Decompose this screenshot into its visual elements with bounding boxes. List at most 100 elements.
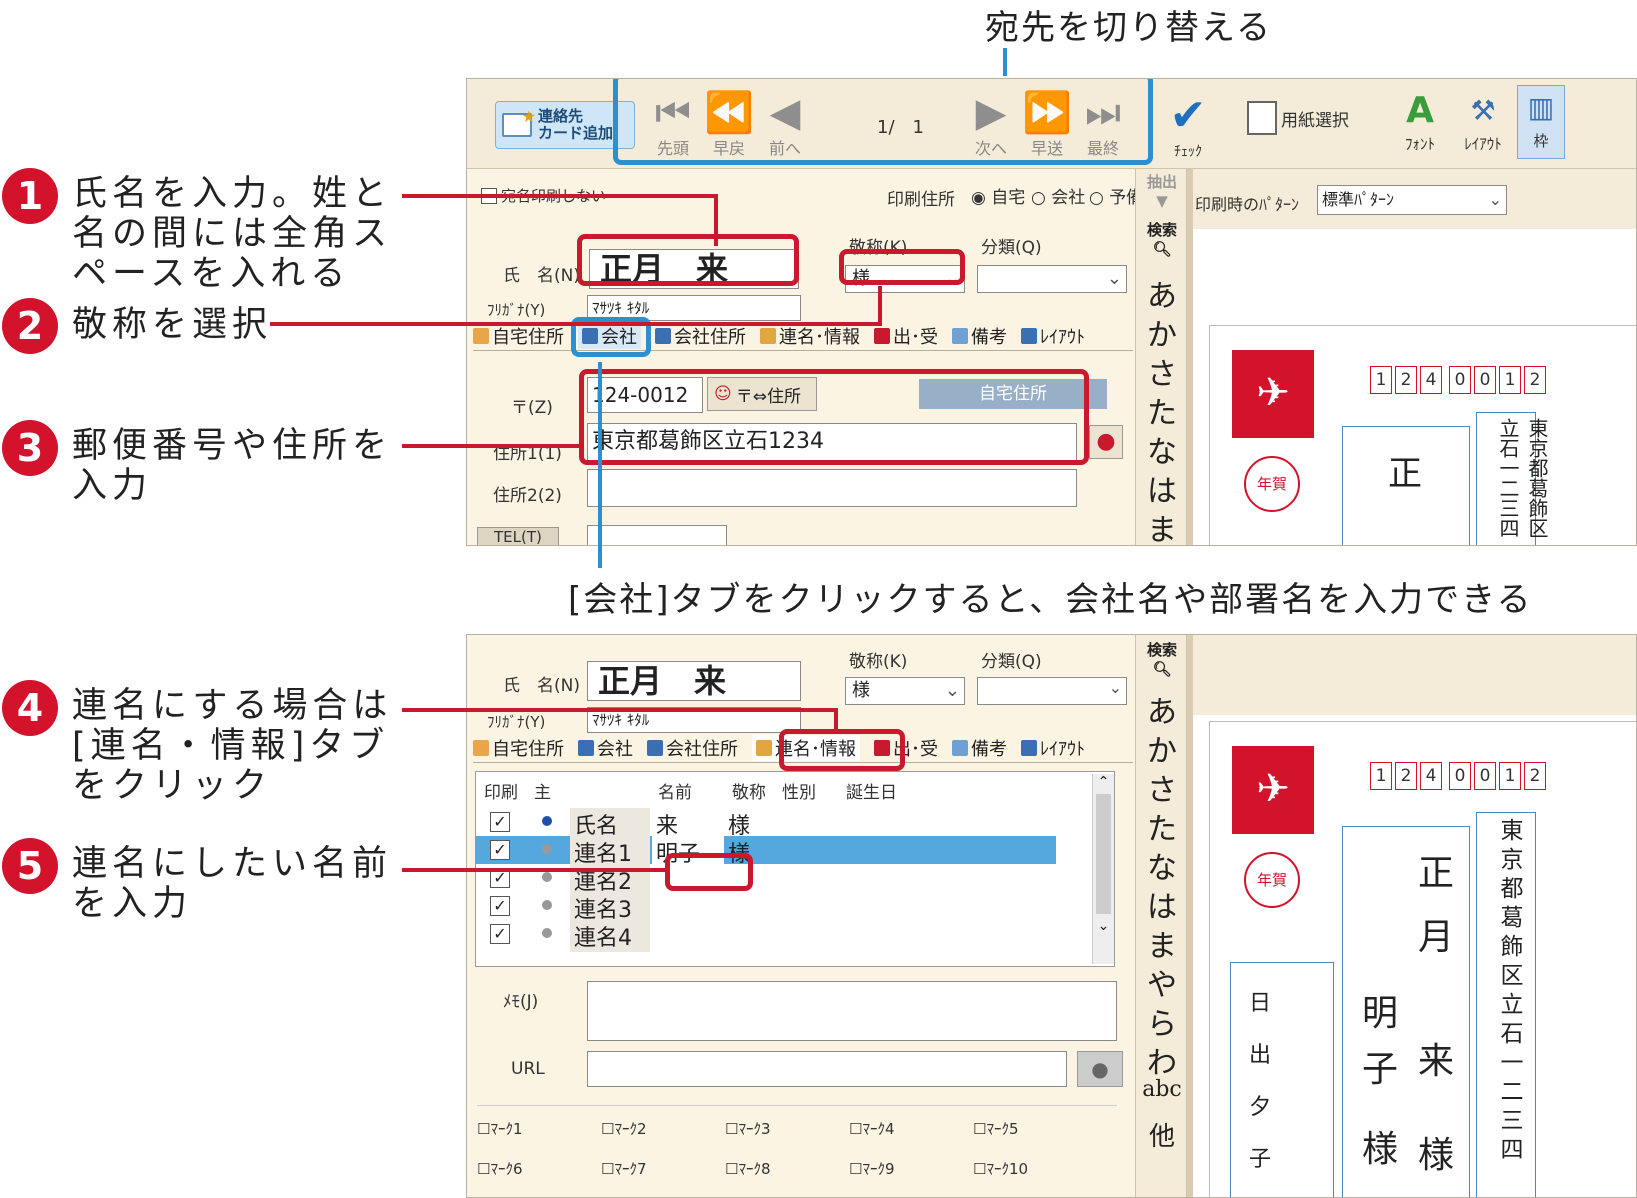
kana-abc[interactable]: abc: [1140, 1077, 1184, 1116]
kana-ta[interactable]: た: [1140, 804, 1184, 847]
tab-notes[interactable]: 備考: [952, 735, 1007, 761]
kana-sa[interactable]: さ: [1140, 765, 1184, 808]
tab-layout[interactable]: ﾚｲｱｳﾄ: [1021, 323, 1085, 349]
paper-select-button[interactable]: 用紙選択: [1247, 101, 1349, 135]
table-row[interactable]: ✓ 連名4: [476, 920, 1076, 952]
scroll-up-icon[interactable]: ⌃: [1093, 774, 1114, 790]
mark-5[interactable]: ☐ﾏｰｸ5: [973, 1118, 1019, 1139]
kana-other[interactable]: 他: [1140, 1116, 1184, 1155]
step-2-line-1: 敬称を選択: [72, 305, 273, 345]
print-checkbox[interactable]: ✓: [490, 840, 510, 860]
funnel-icon: ▼: [1156, 192, 1168, 210]
preview-address-top: 東京都葛飾区立石一二三四: [1496, 418, 1549, 538]
kana-ta[interactable]: た: [1140, 388, 1184, 431]
tab-sent-received[interactable]: 出･受: [874, 323, 938, 349]
tel-input[interactable]: [587, 525, 727, 545]
table-row[interactable]: ✓ 連名1 明子 様: [476, 836, 1076, 868]
mark-2[interactable]: ☐ﾏｰｸ2: [601, 1118, 647, 1139]
tab-renmei-info[interactable]: 連名･情報: [760, 323, 860, 349]
category-select[interactable]: ⌄: [977, 265, 1127, 293]
frame-button[interactable]: ▥ 枠: [1517, 85, 1565, 159]
step-1-line-1: 氏名を入力。姓と: [72, 174, 393, 214]
tab-company-address[interactable]: 会社住所: [655, 323, 746, 349]
check-button[interactable]: ✔ ﾁｪｯｸ: [1163, 91, 1213, 161]
postal-digit: 1: [1499, 762, 1521, 790]
category-select-2[interactable]: ⌄: [977, 677, 1127, 705]
font-button[interactable]: A ﾌｫﾝﾄ: [1397, 89, 1443, 154]
table-row[interactable]: ✓ 氏名 来 様: [476, 808, 1076, 840]
kana-a[interactable]: あ: [1140, 271, 1184, 314]
print-address-company[interactable]: ○ 会社: [1031, 183, 1085, 208]
tab-layout[interactable]: ﾚｲｱｳﾄ: [1021, 735, 1085, 761]
mark-6[interactable]: ☐ﾏｰｸ6: [477, 1158, 523, 1179]
tab-notes[interactable]: 備考: [952, 323, 1007, 349]
print-checkbox[interactable]: ✓: [490, 896, 510, 916]
address2-input[interactable]: [587, 469, 1077, 507]
kana-sa[interactable]: さ: [1140, 349, 1184, 392]
kana-na[interactable]: な: [1140, 427, 1184, 470]
top-window: ★ 連絡先 カード追加 ⏮ 先頭 ⏪ 早戻 ◀ 前へ 1/ 1 ▶ 次へ ⏩ 早送 ⏭ 最終…: [466, 78, 1637, 546]
address2-label: 住所2(2): [493, 486, 562, 506]
map-pin-button[interactable]: ●: [1089, 425, 1123, 459]
table-row[interactable]: ✓ 連名3: [476, 892, 1076, 924]
main-radio[interactable]: [542, 928, 552, 938]
search-button[interactable]: 検索 🔍︎: [1140, 219, 1184, 258]
kana-a[interactable]: あ: [1140, 687, 1184, 730]
kana-ya[interactable]: や: [1140, 960, 1184, 1003]
kana-ha[interactable]: は: [1140, 882, 1184, 925]
tab-company[interactable]: 会社: [578, 735, 633, 761]
layout-button[interactable]: ⚒ ﾚｲｱｳﾄ: [1457, 89, 1509, 154]
kana-ka[interactable]: か: [1140, 310, 1184, 353]
grid-scrollbar[interactable]: ⌃ ⌄: [1092, 774, 1114, 964]
category-label: 分類(Q): [981, 238, 1042, 258]
mark-10[interactable]: ☐ﾏｰｸ10: [973, 1158, 1028, 1179]
print-address-home[interactable]: ◉ 自宅: [971, 183, 1025, 208]
header-main: 主: [534, 783, 551, 803]
kana-ha[interactable]: は: [1140, 466, 1184, 509]
search-button-2[interactable]: 検索 🔍︎: [1140, 639, 1184, 678]
memo-input[interactable]: [587, 981, 1117, 1041]
main-radio[interactable]: [542, 872, 552, 882]
main-radio[interactable]: [542, 900, 552, 910]
extract-button[interactable]: 抽出 ▼: [1140, 171, 1184, 210]
pattern-select[interactable]: 標準ﾊﾟﾀｰﾝ ⌄: [1317, 185, 1507, 215]
kana-na[interactable]: な: [1140, 843, 1184, 886]
name-input-2[interactable]: 正月 来: [587, 661, 801, 701]
mark-1[interactable]: ☐ﾏｰｸ1: [477, 1118, 523, 1139]
print-checkbox[interactable]: ✓: [490, 924, 510, 944]
print-address-label: 印刷住所: [887, 190, 955, 210]
house-icon: [473, 739, 489, 756]
step-4-badge: 4: [2, 680, 58, 736]
preview-name-top: 正: [1388, 454, 1422, 494]
print-checkbox[interactable]: ✓: [490, 812, 510, 832]
kana-ra[interactable]: ら: [1140, 999, 1184, 1042]
postal-digit: 2: [1524, 366, 1546, 394]
mark-7[interactable]: ☐ﾏｰｸ7: [601, 1158, 647, 1179]
category-label-2: 分類(Q): [981, 652, 1042, 672]
kana-ka[interactable]: か: [1140, 726, 1184, 769]
mark-3[interactable]: ☐ﾏｰｸ3: [725, 1118, 771, 1139]
scroll-down-icon[interactable]: ⌄: [1093, 918, 1114, 934]
main-radio[interactable]: [542, 844, 552, 854]
mark-8[interactable]: ☐ﾏｰｸ8: [725, 1158, 771, 1179]
mark-4[interactable]: ☐ﾏｰｸ4: [849, 1118, 895, 1139]
kana-ma[interactable]: ま: [1140, 921, 1184, 964]
furigana-label: ﾌﾘｶﾞﾅ(Y): [487, 301, 546, 319]
main-radio[interactable]: [542, 816, 552, 826]
kana-index-2: 検索 🔍︎ あ か さ た な は ま や ら わ abc 他: [1135, 635, 1187, 1197]
mark-9[interactable]: ☐ﾏｰｸ9: [849, 1158, 895, 1179]
tab-company-address[interactable]: 会社住所: [647, 735, 738, 761]
preview-sender: 日 出 夕 子: [1240, 978, 1280, 1186]
tab-home-address[interactable]: 自宅住所: [473, 323, 564, 349]
url-input[interactable]: [587, 1051, 1067, 1087]
tab-layout-label: ﾚｲｱｳﾄ: [1040, 326, 1085, 348]
search-icon: 🔍︎: [1152, 660, 1172, 678]
tab-home-address[interactable]: 自宅住所: [473, 735, 564, 761]
postal-digit: 0: [1449, 366, 1471, 394]
globe-button[interactable]: ●: [1077, 1051, 1123, 1087]
kana-wa[interactable]: わ: [1140, 1038, 1184, 1081]
honorific-select-2[interactable]: 様 ⌄: [845, 677, 965, 705]
scroll-thumb[interactable]: [1096, 794, 1111, 914]
kana-ma[interactable]: ま: [1140, 505, 1184, 545]
globe-icon: ●: [1091, 1057, 1109, 1081]
